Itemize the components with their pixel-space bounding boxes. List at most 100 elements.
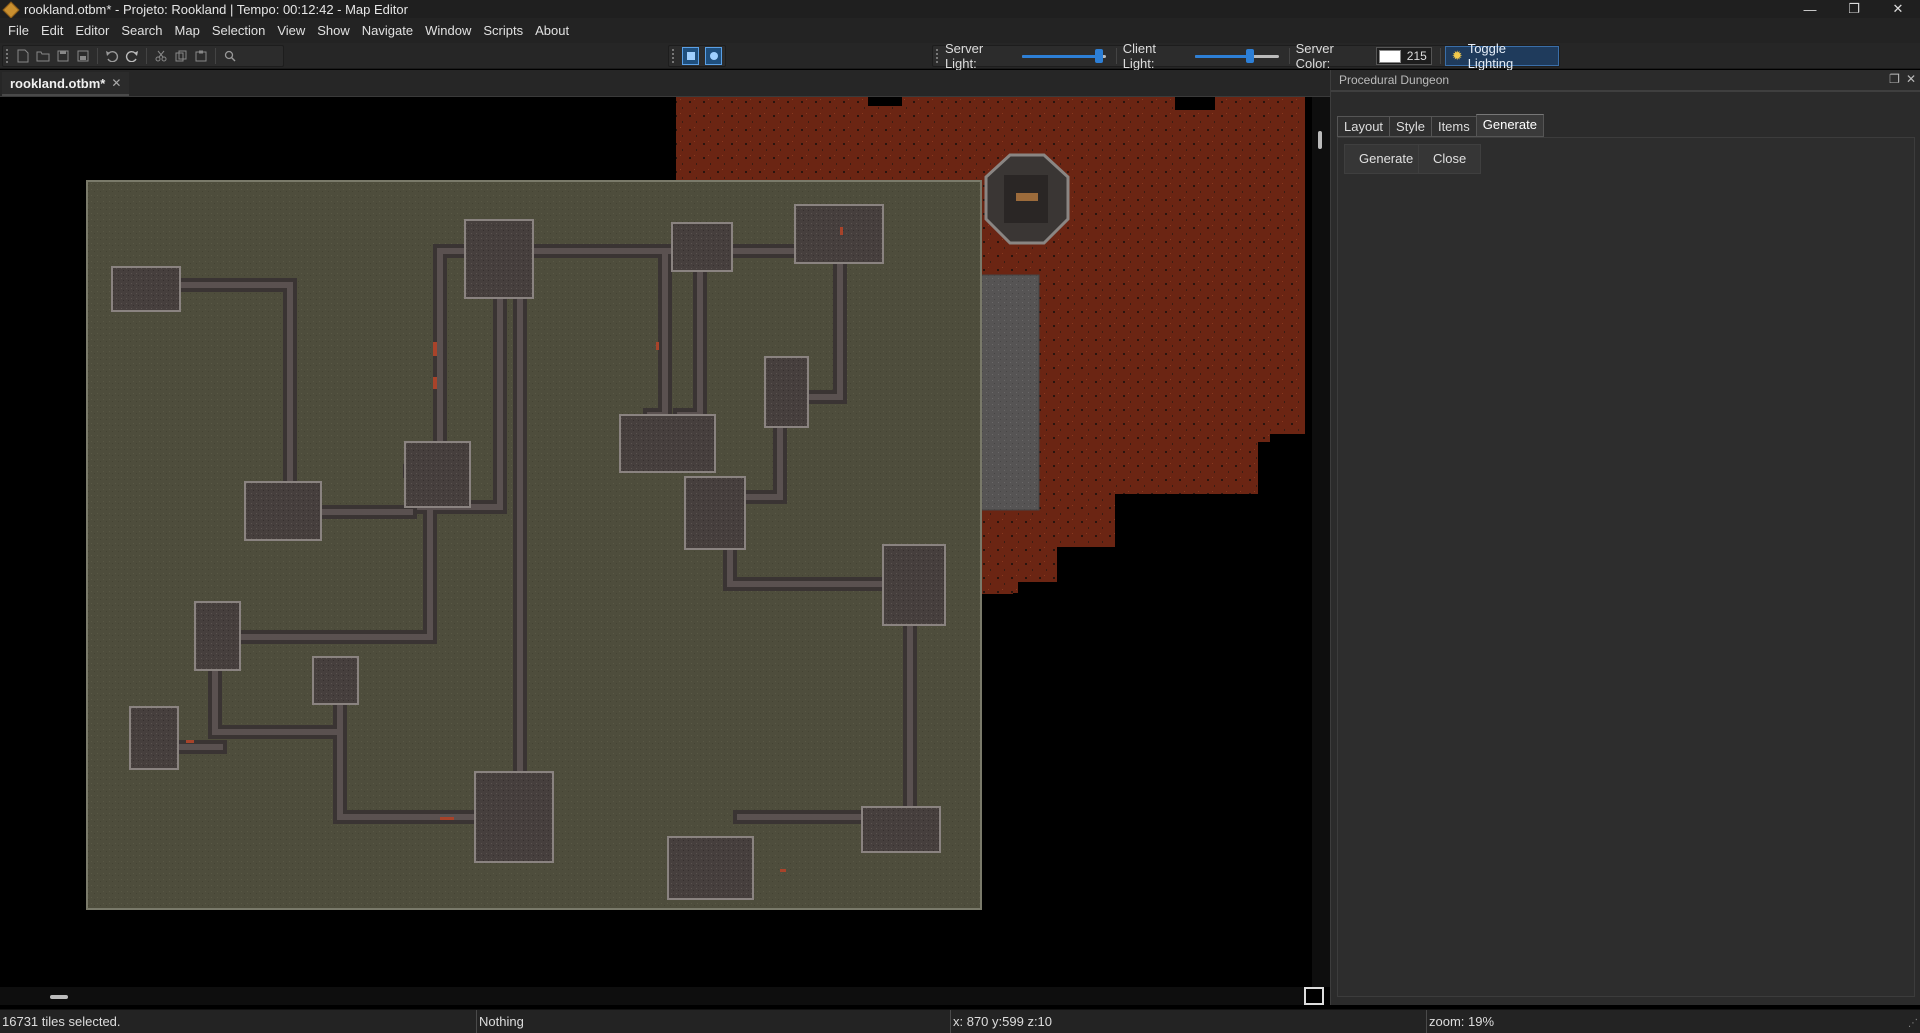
map-view[interactable] [0, 97, 1312, 987]
menu-selection[interactable]: Selection [206, 20, 271, 42]
slider-handle[interactable] [1246, 49, 1255, 63]
server-color-picker[interactable]: 215 [1375, 47, 1432, 65]
zoom-status: zoom: 19% [1426, 1010, 1902, 1033]
cave-notch [868, 97, 902, 106]
redo-icon[interactable] [122, 46, 142, 66]
resize-grip-icon[interactable]: ⋰ [1908, 1018, 1918, 1029]
toolbar-separator [215, 48, 216, 64]
dungeon-room [619, 414, 716, 473]
search-icon[interactable] [220, 46, 240, 66]
stone-floor-strip [979, 274, 1040, 511]
undo-icon[interactable] [102, 46, 122, 66]
scrollbar-thumb[interactable] [50, 995, 68, 999]
dungeon-room [794, 204, 884, 264]
close-window-button[interactable]: ✕ [1876, 0, 1920, 18]
dungeon-room [861, 806, 941, 853]
menu-navigate[interactable]: Navigate [356, 20, 419, 42]
open-folder-icon[interactable] [33, 46, 53, 66]
tab-style[interactable]: Style [1389, 116, 1431, 137]
toolbar-separator [1439, 48, 1441, 64]
menu-map[interactable]: Map [169, 20, 206, 42]
dungeon-room [129, 706, 179, 770]
toolbar-separator [1288, 48, 1290, 64]
client-light-label: Client Light: [1122, 41, 1156, 71]
copy-icon[interactable] [171, 46, 191, 66]
client-light-slider[interactable] [1195, 47, 1279, 65]
menu-about[interactable]: About [529, 20, 575, 42]
dungeon-room [244, 481, 322, 541]
file-toolbar [2, 45, 284, 67]
slider-handle[interactable] [1094, 49, 1103, 63]
panel-tabs: Layout Style Items Generate [1337, 114, 1544, 137]
tab-rookland[interactable]: rookland.otbm* ✕ [2, 72, 130, 96]
minimize-button[interactable]: — [1788, 0, 1832, 18]
paste-icon[interactable] [191, 46, 211, 66]
cave-notch [1175, 97, 1215, 110]
toolbar-grip[interactable] [6, 49, 10, 63]
circle-brush-icon[interactable] [704, 47, 722, 65]
dungeon-room [764, 356, 809, 428]
menu-show[interactable]: Show [311, 20, 356, 42]
view-mode-toolbar [668, 45, 726, 67]
save-icon[interactable] [53, 46, 73, 66]
tab-generate[interactable]: Generate [1475, 114, 1544, 137]
menu-search[interactable]: Search [115, 20, 168, 42]
tab-label: rookland.otbm* [10, 75, 106, 91]
toolbar-separator [146, 48, 147, 64]
maximize-button[interactable]: ❐ [1832, 0, 1876, 18]
menu-editor[interactable]: Editor [69, 20, 115, 42]
dungeon-room [684, 476, 746, 550]
menu-bar: File Edit Editor Search Map Selection Vi… [0, 18, 1920, 43]
lighting-toolbar: Server Light: Client Light: Server Color… [932, 41, 1560, 71]
title-bar: rookland.otbm* - Projeto: Rookland | Tem… [0, 0, 1920, 18]
toggle-lighting-label: Toggle Lighting [1467, 41, 1514, 71]
tab-layout[interactable]: Layout [1337, 116, 1390, 137]
slider-fill [1195, 55, 1251, 58]
vertical-scrollbar[interactable] [1312, 97, 1330, 987]
close-button[interactable]: Close [1418, 144, 1482, 174]
menu-scripts[interactable]: Scripts [477, 20, 529, 42]
slider-fill [1022, 55, 1099, 58]
cave-notch [1258, 442, 1305, 502]
dungeon-room [194, 601, 241, 671]
menu-edit[interactable]: Edit [35, 20, 69, 42]
toggle-lighting-button[interactable]: ✹ Toggle Lighting [1444, 41, 1559, 71]
square-brush-icon[interactable] [681, 47, 699, 65]
toolbar-grip[interactable] [936, 49, 940, 63]
float-panel-icon[interactable]: ❐ [1889, 72, 1900, 86]
panel-header: Procedural Dungeon ❐ ✕ [1331, 70, 1920, 92]
scrollbar-thumb[interactable] [1318, 131, 1322, 149]
window-title: rookland.otbm* - Projeto: Rookland | Tem… [24, 1, 408, 17]
selection-status: 16731 tiles selected. [2, 1014, 121, 1029]
sun-icon: ✹ [1451, 48, 1463, 63]
map-canvas[interactable] [0, 97, 1312, 987]
menu-file[interactable]: File [2, 20, 35, 42]
new-file-icon[interactable] [13, 46, 33, 66]
server-light-label: Server Light: [944, 41, 984, 71]
generate-tab-content: Generate Close [1337, 137, 1915, 997]
toolbar-separator [97, 48, 98, 64]
menu-window[interactable]: Window [419, 20, 477, 42]
cut-icon[interactable] [151, 46, 171, 66]
server-color-label: Server Color: [1295, 41, 1334, 71]
dungeon-room [404, 441, 471, 508]
close-panel-icon[interactable]: ✕ [1906, 72, 1916, 86]
horizontal-scrollbar[interactable] [0, 987, 1312, 1005]
generate-button[interactable]: Generate [1344, 144, 1429, 174]
procedural-dungeon-panel: Procedural Dungeon ❐ ✕ Layout Style Item… [1330, 70, 1920, 1005]
tab-items[interactable]: Items [1430, 116, 1476, 137]
minimap-toggle[interactable] [1304, 987, 1324, 1005]
toolbar-separator [1115, 48, 1117, 64]
dungeon-room [667, 836, 754, 900]
tab-close-icon[interactable]: ✕ [111, 76, 121, 90]
toolbar-grip[interactable] [672, 49, 676, 63]
color-swatch[interactable] [1378, 49, 1401, 63]
document-tab-bar: rookland.otbm* ✕ [0, 70, 1330, 97]
dungeon-room [474, 771, 554, 863]
server-color-value: 215 [1406, 49, 1427, 63]
server-light-slider[interactable] [1022, 47, 1106, 65]
toolbar: Server Light: Client Light: Server Color… [0, 41, 1920, 71]
save-all-icon[interactable] [73, 46, 93, 66]
menu-view[interactable]: View [271, 20, 311, 42]
status-bar: 16731 tiles selected. Nothing x: 870 y:5… [0, 1009, 1920, 1033]
